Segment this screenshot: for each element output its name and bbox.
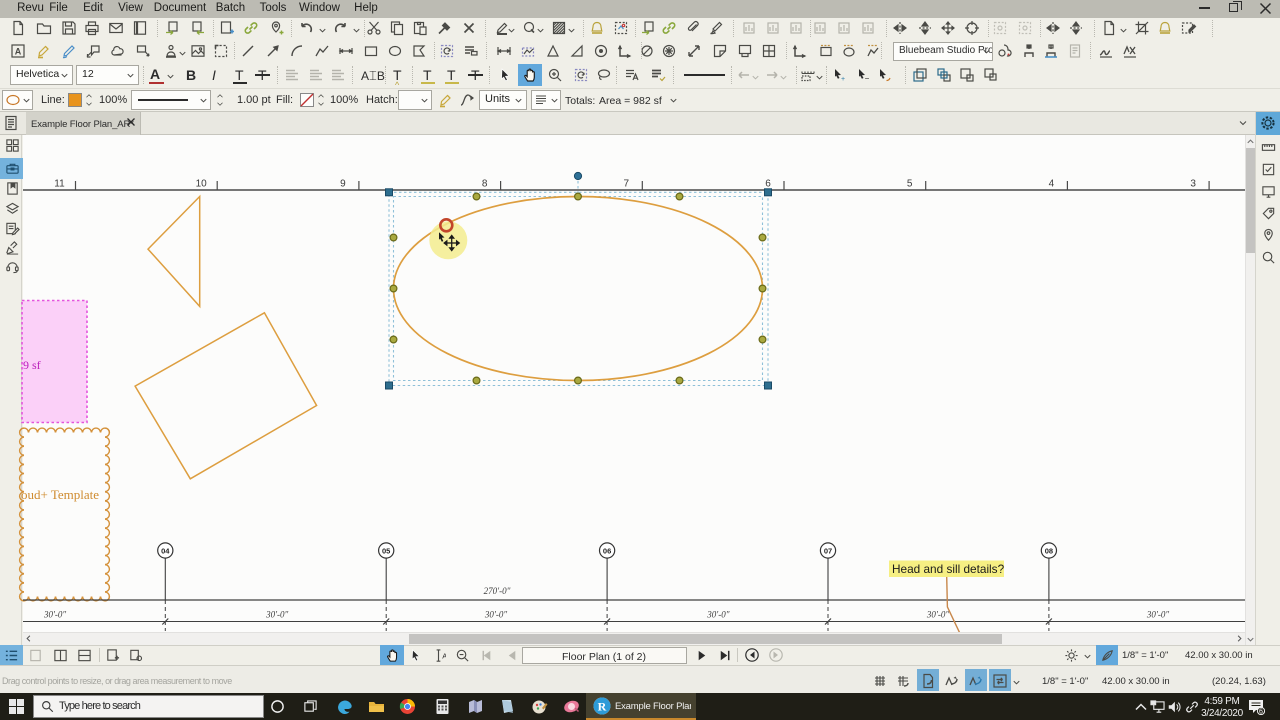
svg-text:30'-0": 30'-0" bbox=[706, 610, 729, 620]
svg-text:30'-0": 30'-0" bbox=[926, 610, 949, 620]
svg-text:6: 6 bbox=[1259, 709, 1263, 716]
svg-text:8: 8 bbox=[482, 179, 488, 190]
svg-text:30'-0": 30'-0" bbox=[1146, 610, 1169, 620]
svg-text:04: 04 bbox=[161, 547, 170, 556]
svg-text:06: 06 bbox=[603, 547, 611, 556]
svg-text:30'-0": 30'-0" bbox=[43, 610, 66, 620]
svg-text:9: 9 bbox=[340, 179, 346, 190]
svg-text:07: 07 bbox=[824, 547, 832, 556]
svg-text:A: A bbox=[442, 651, 446, 660]
svg-text:R: R bbox=[598, 700, 607, 714]
svg-text:7: 7 bbox=[624, 179, 630, 190]
svg-text:30'-0": 30'-0" bbox=[265, 610, 288, 620]
svg-text:4: 4 bbox=[1049, 179, 1055, 190]
svg-text:3: 3 bbox=[1190, 179, 1196, 190]
svg-text:10: 10 bbox=[196, 179, 208, 190]
svg-text:30'-0": 30'-0" bbox=[484, 610, 507, 620]
svg-text:11: 11 bbox=[54, 179, 65, 190]
svg-text:05: 05 bbox=[382, 547, 390, 556]
svg-text:6: 6 bbox=[765, 179, 771, 190]
svg-text:oud+ Template: oud+ Template bbox=[21, 487, 99, 502]
svg-text:270'-0": 270'-0" bbox=[484, 586, 511, 596]
svg-text:08: 08 bbox=[1045, 547, 1053, 556]
svg-text:Head and sill details?: Head and sill details? bbox=[892, 562, 1005, 576]
svg-text:9 sf: 9 sf bbox=[23, 358, 41, 372]
svg-text:5: 5 bbox=[907, 179, 913, 190]
